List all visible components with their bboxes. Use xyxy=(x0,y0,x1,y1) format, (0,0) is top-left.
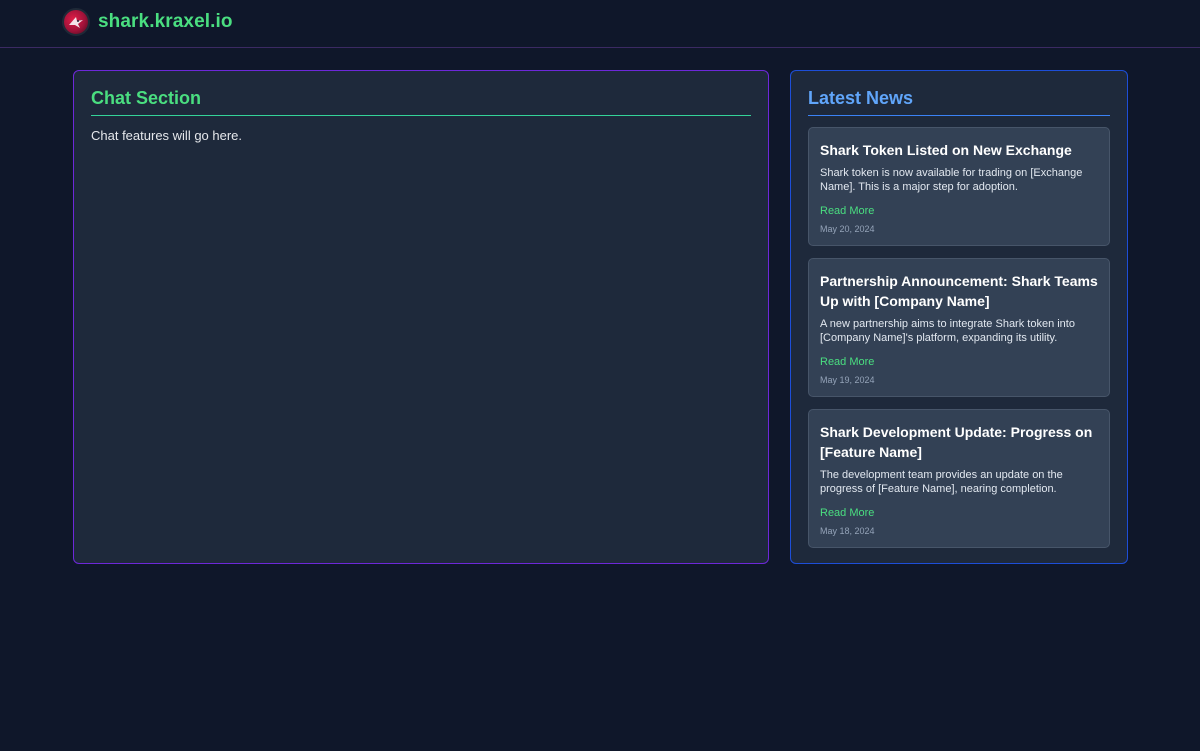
read-more-link[interactable]: Read More xyxy=(820,356,1098,368)
read-more-link[interactable]: Read More xyxy=(820,507,1098,519)
chat-section: Chat Section Chat features will go here. xyxy=(73,70,769,564)
news-item-title: Shark Development Update: Progress on [F… xyxy=(820,424,1093,460)
news-item-summary: A new partnership aims to integrate Shar… xyxy=(820,318,1075,344)
news-item-date: May 19, 2024 xyxy=(820,375,875,385)
top-header: shark.kraxel.io xyxy=(0,0,1200,48)
shark-logo-icon xyxy=(62,8,90,36)
news-item: Shark Development Update: Progress on [F… xyxy=(808,409,1110,548)
read-more-link[interactable]: Read More xyxy=(820,205,1098,217)
latest-news-panel: Latest News Shark Token Listed on New Ex… xyxy=(790,70,1128,564)
news-item-date: May 18, 2024 xyxy=(820,526,875,536)
news-item-title: Shark Token Listed on New Exchange xyxy=(820,142,1072,158)
news-item: Shark Token Listed on New Exchange Shark… xyxy=(808,127,1110,246)
news-item-title: Partnership Announcement: Shark Teams Up… xyxy=(820,273,1098,309)
news-section-title: Latest News xyxy=(808,88,1110,116)
news-item-date: May 20, 2024 xyxy=(820,224,875,234)
news-item: Partnership Announcement: Shark Teams Up… xyxy=(808,258,1110,397)
chat-placeholder-text: Chat features will go here. xyxy=(91,128,243,143)
news-item-summary: Shark token is now available for trading… xyxy=(820,167,1083,193)
brand-link[interactable]: shark.kraxel.io xyxy=(62,8,233,36)
news-item-summary: The development team provides an update … xyxy=(820,469,1063,495)
brand-name: shark.kraxel.io xyxy=(98,11,233,32)
chat-section-title: Chat Section xyxy=(91,88,751,116)
